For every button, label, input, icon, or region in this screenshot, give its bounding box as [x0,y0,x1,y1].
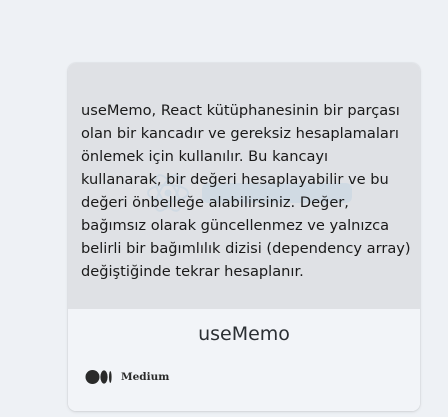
card-preview-area: useMemo, React kütüphanesinin bir parças… [68,63,420,309]
card-description: useMemo, React kütüphanesinin bir parças… [81,102,411,280]
link-preview-card[interactable]: useMemo, React kütüphanesinin bir parças… [68,63,420,411]
source-name: Medium [121,371,170,383]
card-title[interactable]: useMemo [68,323,420,345]
card-footer: useMemo Medium [68,309,420,411]
medium-logo-icon [85,370,112,384]
card-source: Medium [85,369,169,385]
